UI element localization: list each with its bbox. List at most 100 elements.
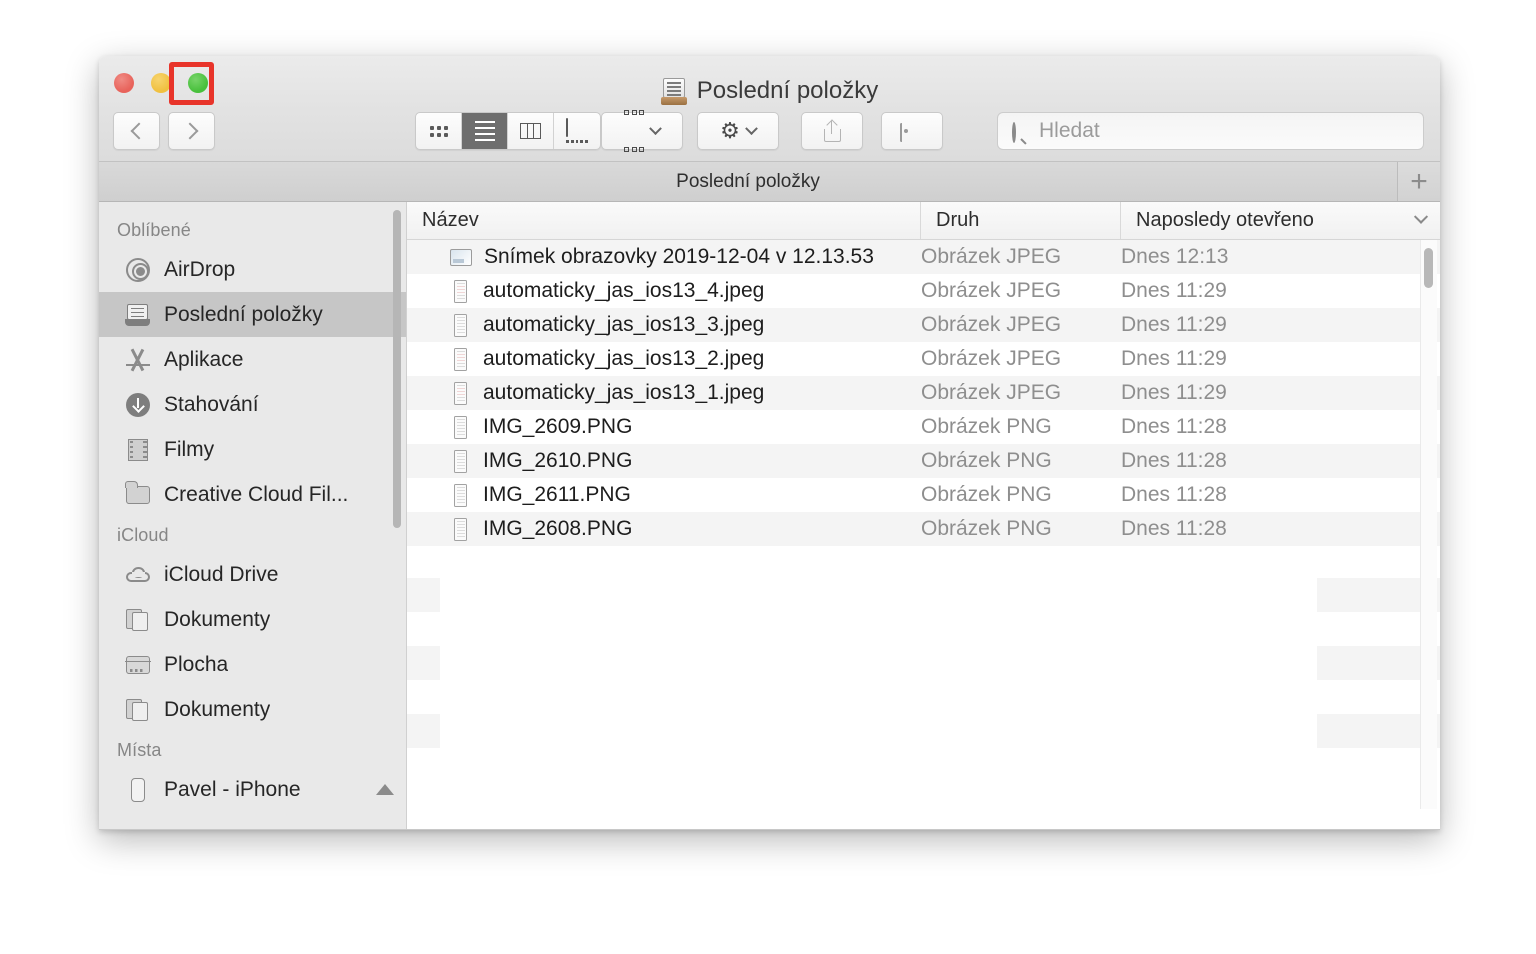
eject-icon[interactable] [376,784,394,795]
movie-icon [125,437,151,463]
screenshot-portrait-thumbnail-icon [454,279,467,303]
new-tab-button[interactable]: + [1398,162,1440,201]
sidebar-item-label: AirDrop [164,257,236,281]
file-date-cell: Dnes 11:29 [1121,347,1227,370]
documents-icon [125,697,151,723]
screenshot-portrait-thumbnail-icon [454,381,467,405]
download-icon [125,392,151,418]
toolbar: ⚙ Hledat [99,108,1440,154]
tab-bar: Poslední položky + [99,162,1440,202]
file-name-label: automaticky_jas_ios13_4.jpeg [483,279,765,302]
table-row[interactable]: automaticky_jas_ios13_4.jpeg Obrázek JPE… [407,274,1440,308]
plus-icon: + [1410,164,1428,198]
table-row[interactable]: IMG_2611.PNG Obrázek PNG Dnes 11:28 [407,478,1440,512]
table-row[interactable]: IMG_2608.PNG Obrázek PNG Dnes 11:28 [407,512,1440,546]
file-kind-cell: Obrázek PNG [921,483,1052,506]
sidebar-item-airdrop[interactable]: AirDrop [99,247,406,292]
table-row[interactable]: automaticky_jas_ios13_1.jpeg Obrázek JPE… [407,376,1440,410]
sidebar-item-downloads[interactable]: Stahování [99,382,406,427]
gallery-icon [566,118,588,143]
file-name-label: IMG_2611.PNG [483,483,631,506]
file-list-rows: Snímek obrazovky 2019-12-04 v 12.13.53 O… [407,240,1440,546]
file-kind-cell: Obrázek JPEG [921,279,1062,302]
list-icon [474,120,495,142]
table-row[interactable]: IMG_2610.PNG Obrázek PNG Dnes 11:28 [407,444,1440,478]
window-title-bar-title: Poslední položky [99,77,1440,105]
icon-view-button[interactable] [416,113,462,149]
file-date-cell: Dnes 11:28 [1121,483,1227,506]
column-header-label: Druh [936,209,980,231]
tag-icon [900,122,924,142]
file-kind-cell: Obrázek JPEG [921,381,1062,404]
chevron-right-icon [181,122,198,140]
sidebar-item-recents[interactable]: Poslední položky [99,292,406,337]
gallery-view-button[interactable] [554,113,600,149]
table-row[interactable]: automaticky_jas_ios13_3.jpeg Obrázek JPE… [407,308,1440,342]
sidebar-item-desktop[interactable]: Plocha [99,642,406,687]
chevron-down-icon [649,121,662,135]
sidebar-item-icloud-drive[interactable]: iCloud Drive [99,552,406,597]
folder-icon [125,480,151,508]
screenshot-portrait-thumbnail-icon [454,347,467,371]
file-name-label: automaticky_jas_ios13_1.jpeg [483,381,765,404]
file-name-cell: automaticky_jas_ios13_4.jpeg [407,279,921,303]
iphone-icon [125,777,151,803]
sidebar-item-label: Creative Cloud Fil... [164,482,349,506]
documents-icon [125,607,151,633]
file-date-cell: Dnes 11:28 [1121,517,1227,540]
file-name-label: Snímek obrazovky 2019-12-04 v 12.13.53 [484,245,874,268]
view-mode-segmented-control [415,112,601,150]
sidebar-item-movies[interactable]: Filmy [99,427,406,472]
column-header-name[interactable]: Název [407,202,921,239]
file-list-scrollbar-thumb[interactable] [1424,248,1433,288]
file-list-scrollbar-track[interactable] [1420,240,1437,809]
back-button[interactable] [113,112,160,150]
page-background: Poslední položky ⚙ Hledat Poslední polož… [0,0,1536,954]
sidebar-item-creative-cloud-files[interactable]: Creative Cloud Fil... [99,472,406,517]
file-name-label: IMG_2608.PNG [483,517,633,540]
empty-row-stripe [407,646,440,680]
tab-recents[interactable]: Poslední položky [99,162,1398,201]
sidebar-section-locations-title: Místa [117,740,162,760]
file-kind-cell: Obrázek PNG [921,415,1052,438]
screenshot-portrait-thumbnail-icon [454,415,467,439]
table-row[interactable]: IMG_2609.PNG Obrázek PNG Dnes 11:28 [407,410,1440,444]
file-name-cell: IMG_2609.PNG [407,415,921,439]
table-row[interactable]: Snímek obrazovky 2019-12-04 v 12.13.53 O… [407,240,1440,274]
sidebar-scrollbar[interactable] [393,210,401,528]
search-icon [1012,121,1027,145]
column-header-last-opened[interactable]: Naposledy otevřeno [1121,202,1440,239]
action-menu-button[interactable]: ⚙ [697,112,779,150]
column-view-button[interactable] [508,113,554,149]
sidebar-item-label: Pavel - iPhone [164,777,301,801]
navigation-buttons [113,112,215,150]
search-field[interactable]: Hledat [997,112,1424,150]
empty-area [440,546,1317,809]
sidebar-item-label: Filmy [164,437,215,461]
column-header-label: Naposledy otevřeno [1136,209,1314,231]
sidebar-item-label: iCloud Drive [164,562,279,586]
column-header-label: Název [422,209,479,231]
grid-icon [429,125,448,137]
file-name-cell: automaticky_jas_ios13_3.jpeg [407,313,921,337]
screenshot-portrait-thumbnail-icon [454,483,467,507]
list-view-button[interactable] [462,113,508,149]
screenshot-landscape-thumbnail-icon [450,248,472,266]
search-placeholder: Hledat [1039,119,1100,142]
sidebar-item-pavel-iphone[interactable]: Pavel - iPhone [99,767,406,812]
share-button[interactable] [801,112,863,150]
sidebar-item-documents[interactable]: Dokumenty [99,597,406,642]
table-row[interactable]: automaticky_jas_ios13_2.jpeg Obrázek JPE… [407,342,1440,376]
file-name-label: IMG_2610.PNG [483,449,633,472]
empty-row-stripe [407,714,440,748]
sidebar-item-label: Plocha [164,652,229,676]
sidebar: Oblíbené AirDrop Poslední položky Aplika… [99,202,407,829]
column-header-kind[interactable]: Druh [921,202,1121,239]
sidebar-item-applications[interactable]: Aplikace [99,337,406,382]
forward-button[interactable] [168,112,215,150]
arrange-by-button[interactable] [601,110,683,152]
sidebar-item-documents-2[interactable]: Dokumenty [99,687,406,732]
tags-button[interactable] [881,112,943,150]
file-date-cell: Dnes 11:28 [1121,415,1227,438]
sidebar-section-favorites-title: Oblíbené [117,220,191,240]
